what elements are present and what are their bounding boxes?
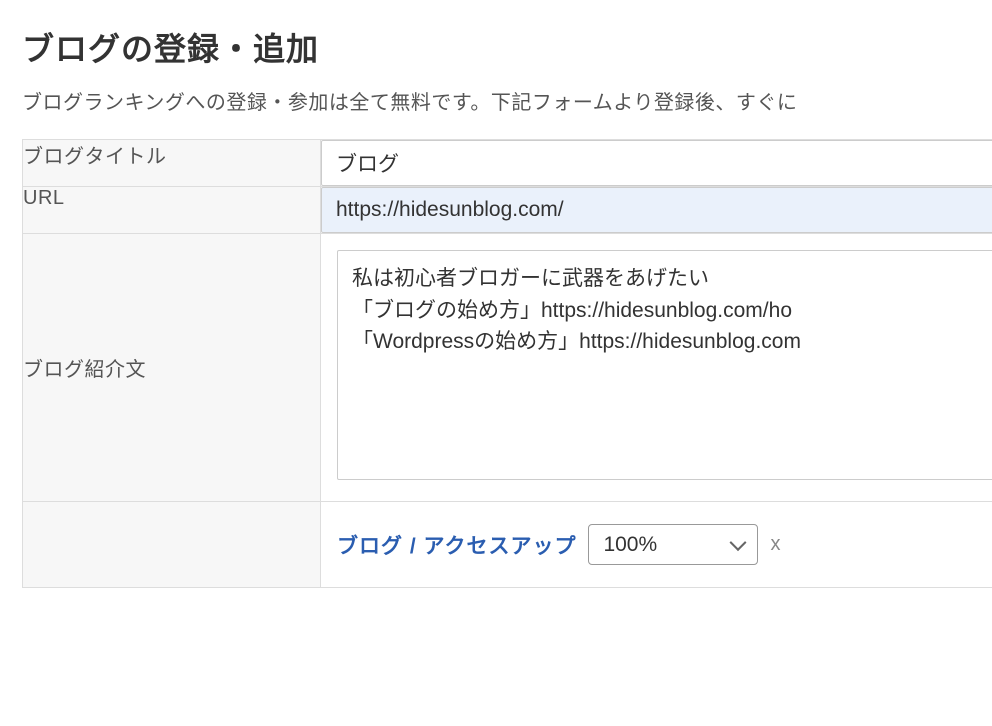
label-intro: ブログ紹介文 bbox=[23, 234, 321, 502]
label-url: URL bbox=[23, 187, 321, 234]
label-blog-title: ブログタイトル bbox=[23, 140, 321, 187]
category-link[interactable]: ブログ / アクセスアップ bbox=[337, 530, 576, 560]
url-input[interactable] bbox=[321, 187, 992, 233]
intro-textarea[interactable]: 私は初心者ブロガーに武器をあげたい 「ブログの始め方」https://hides… bbox=[337, 250, 992, 480]
remove-category-icon[interactable]: x bbox=[770, 533, 780, 556]
page-description: ブログランキングへの登録・参加は全て無料です。下記フォームより登録後、すぐに bbox=[0, 86, 992, 139]
percent-select[interactable]: 100% bbox=[588, 524, 758, 565]
registration-form: ブログタイトル URL ブログ紹介文 私は初心者ブロガーに武器をあげたい 「ブロ… bbox=[22, 139, 992, 588]
row-intro: ブログ紹介文 私は初心者ブロガーに武器をあげたい 「ブログの始め方」https:… bbox=[23, 234, 992, 502]
label-category-empty bbox=[23, 502, 321, 588]
row-category: ブログ / アクセスアップ 100% x bbox=[23, 502, 992, 588]
row-blog-title: ブログタイトル bbox=[23, 140, 992, 187]
blog-title-input[interactable] bbox=[321, 140, 992, 186]
page-title: ブログの登録・追加 bbox=[0, 0, 992, 86]
row-url: URL bbox=[23, 187, 992, 234]
